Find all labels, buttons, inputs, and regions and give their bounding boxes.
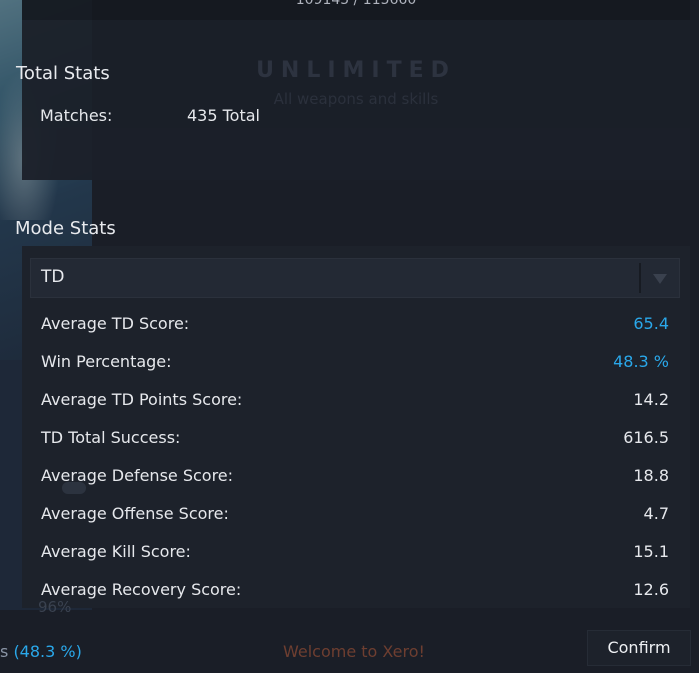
footer-win-rate: s (48.3 %) — [0, 642, 82, 661]
top-panel: 109145 / 115660 UNLIMITED All weapons an… — [22, 0, 690, 180]
stat-row: Average TD Score: 65.4 — [41, 314, 669, 338]
stat-value: 18.8 — [633, 466, 669, 485]
stat-row: Average TD Points Score: 14.2 — [41, 390, 669, 414]
controller-icon — [62, 482, 86, 494]
background-percent: 96% — [38, 598, 72, 616]
stat-value: 616.5 — [623, 428, 669, 447]
confirm-button[interactable]: Confirm — [587, 630, 691, 666]
xp-text: 109145 / 115660 — [295, 0, 417, 8]
footer-win-prefix: s — [0, 642, 9, 661]
mode-select[interactable]: TD — [30, 258, 680, 298]
background-mode-title: UNLIMITED — [256, 58, 456, 83]
stat-row: Win Percentage: 48.3 % — [41, 352, 669, 376]
stat-row: Average Offense Score: 4.7 — [41, 504, 669, 528]
stat-label: Average Recovery Score: — [41, 580, 242, 599]
matches-label: Matches: — [40, 106, 113, 125]
stat-row: Average Defense Score: 18.8 — [41, 466, 669, 490]
chevron-down-icon[interactable] — [649, 269, 671, 289]
stat-value: 15.1 — [633, 542, 669, 561]
mode-stats-title: Mode Stats — [15, 218, 116, 239]
stat-row: TD Total Success: 616.5 — [41, 428, 669, 452]
welcome-message: Welcome to Xero! — [283, 642, 425, 661]
mode-select-divider — [639, 263, 641, 293]
total-stats-title: Total Stats — [16, 63, 110, 84]
stat-row: Average Recovery Score: 12.6 — [41, 580, 669, 604]
matches-value: 435 Total — [187, 106, 260, 125]
stat-label: Average Kill Score: — [41, 542, 191, 561]
stat-row: Average Kill Score: 15.1 — [41, 542, 669, 566]
stat-label: TD Total Success: — [41, 428, 181, 447]
footer-win-value: (48.3 %) — [13, 642, 82, 661]
mode-select-value: TD — [41, 267, 65, 287]
stat-label: Average TD Score: — [41, 314, 190, 333]
stat-value: 14.2 — [633, 390, 669, 409]
background-mode-subtitle: All weapons and skills — [273, 90, 439, 108]
stat-value: 48.3 % — [613, 352, 669, 371]
stat-label: Average Offense Score: — [41, 504, 229, 523]
stat-value: 12.6 — [633, 580, 669, 599]
stat-value: 65.4 — [633, 314, 669, 333]
stat-label: Win Percentage: — [41, 352, 172, 371]
stat-label: Average TD Points Score: — [41, 390, 243, 409]
stat-value: 4.7 — [643, 504, 669, 523]
